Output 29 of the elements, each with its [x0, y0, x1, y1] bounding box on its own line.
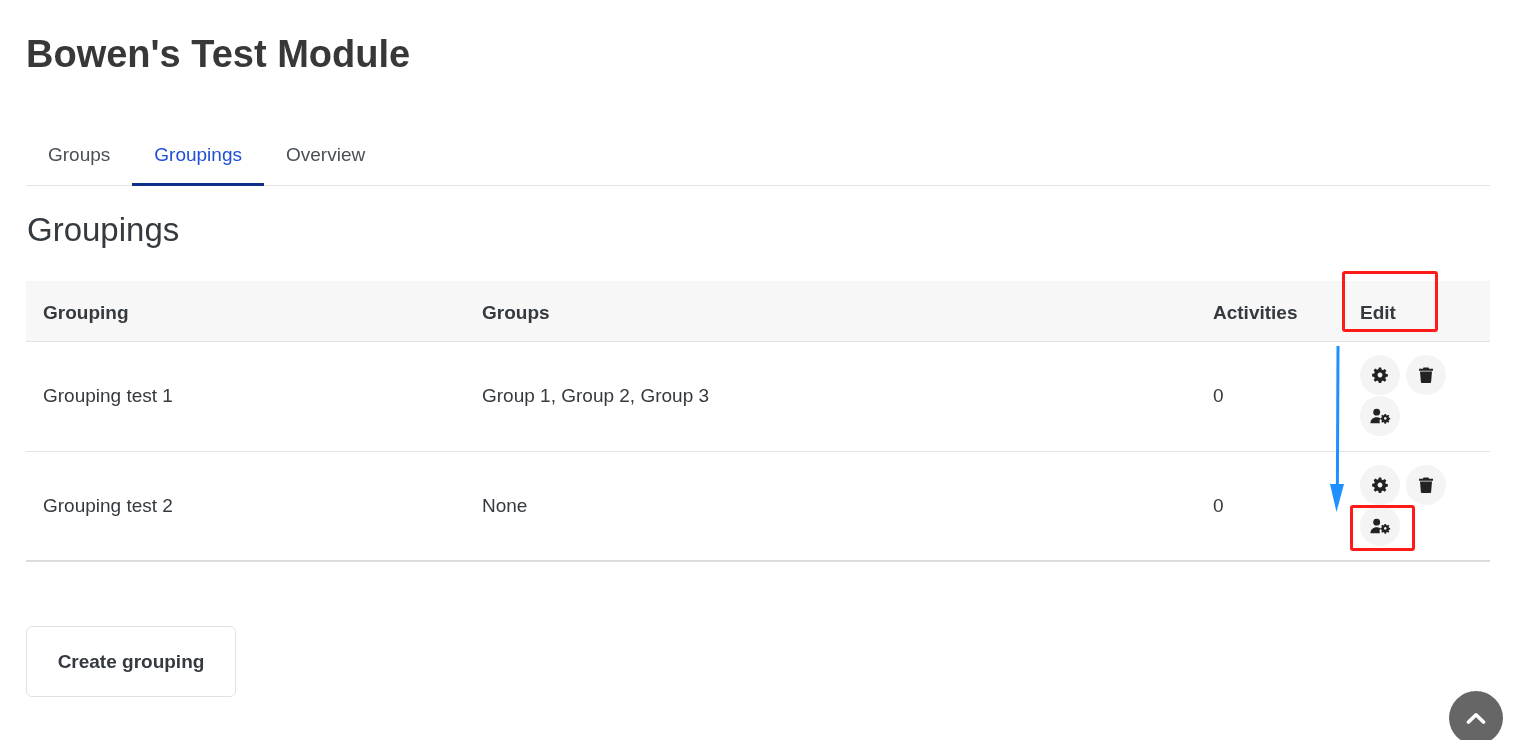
settings-button[interactable] [1360, 464, 1400, 505]
table-cell: None [465, 451, 1196, 561]
tab[interactable]: Groups [26, 128, 133, 186]
trash-icon [1419, 476, 1433, 493]
user-settings-button[interactable] [1360, 395, 1400, 436]
user-settings-button[interactable] [1360, 505, 1400, 546]
trash-icon [1419, 366, 1433, 383]
create-grouping-button[interactable]: Create grouping [26, 626, 236, 697]
table-cell: Grouping test 1 [26, 341, 465, 451]
user-gear-icon [1369, 407, 1391, 424]
column-header: Edit [1360, 301, 1396, 323]
table-cell: Grouping test 2 [26, 451, 465, 561]
settings-button[interactable] [1360, 354, 1400, 395]
tab[interactable]: Overview [264, 128, 388, 186]
delete-button[interactable] [1406, 354, 1446, 395]
gear-icon [1372, 366, 1388, 383]
chevron-up-icon [1466, 712, 1486, 724]
section-heading: Groupings [27, 210, 181, 250]
column-header: Grouping [43, 301, 129, 323]
column-header: Groups [482, 301, 550, 323]
gear-icon [1372, 476, 1388, 493]
table-cell: Group 1, Group 2, Group 3 [465, 341, 1196, 451]
back-to-top-button[interactable] [1449, 691, 1503, 740]
tab[interactable]: Groupings [132, 128, 264, 186]
column-header: Activities [1213, 301, 1298, 323]
table-cell: 0 [1196, 341, 1343, 451]
user-gear-icon [1369, 517, 1391, 534]
page-title: Bowen's Test Module [26, 32, 412, 77]
delete-button[interactable] [1406, 464, 1446, 505]
